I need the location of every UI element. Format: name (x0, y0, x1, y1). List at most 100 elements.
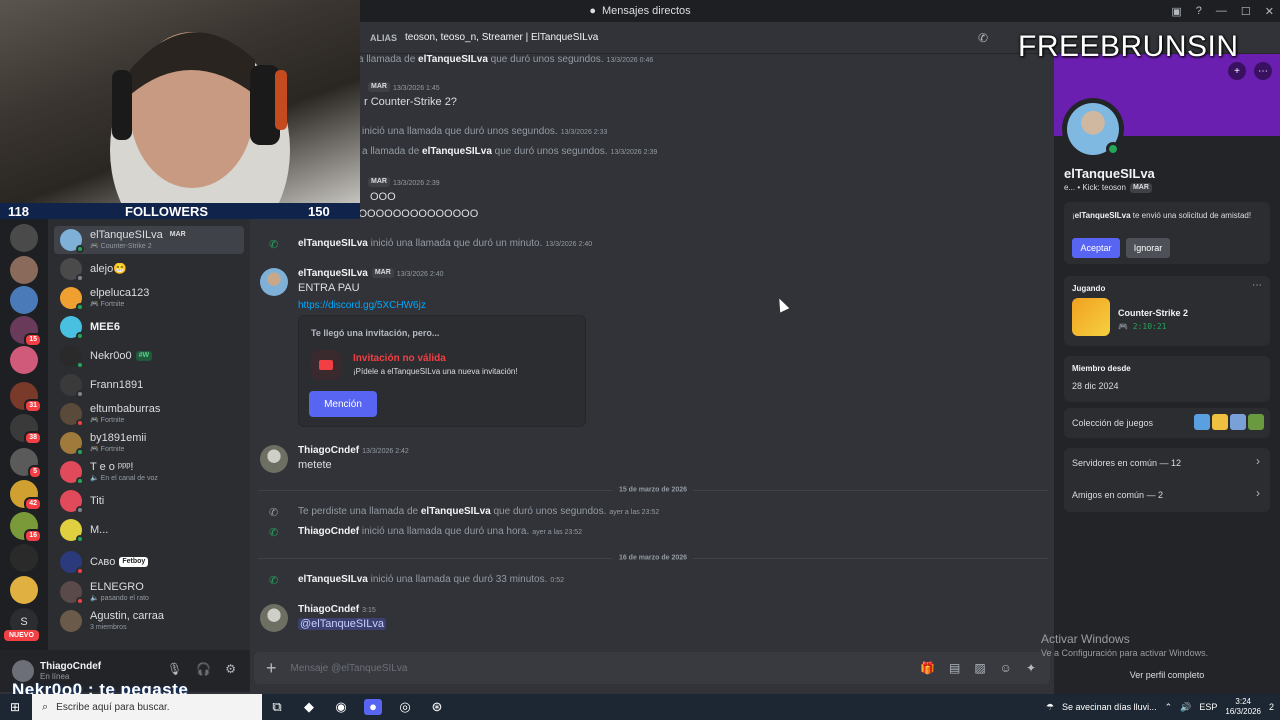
ignore-button[interactable]: Ignorar (1126, 238, 1170, 258)
game-collection-card[interactable]: Colección de juegos (1064, 408, 1270, 438)
chevron-right-icon[interactable]: › (1256, 454, 1260, 468)
mutual-servers[interactable]: Servidores en común — 12 (1072, 458, 1181, 468)
avatar[interactable] (260, 268, 288, 296)
call-icon: ✆ (269, 575, 279, 587)
server-icon[interactable]: 38 (10, 414, 42, 445)
new-badge: NUEVO (4, 630, 39, 641)
message-text: @elTanqueSILva (298, 618, 1054, 630)
system-message: Te perdiste una llamada de elTanqueSILva… (298, 506, 660, 517)
avatar[interactable] (260, 445, 288, 473)
taskbar-search[interactable]: ⌕ Escribe aquí para buscar. (32, 694, 262, 720)
task-view-icon[interactable]: ⧉ (268, 699, 286, 715)
invite-embed: Te llegó una invitación, pero... Invitac… (298, 315, 586, 427)
message-text: r Counter-Strike 2? (364, 96, 457, 108)
avatar (60, 316, 84, 340)
server-icon[interactable]: 15 (10, 316, 42, 347)
profile-name: elTanqueSILva (1064, 166, 1155, 181)
sticker-icon[interactable]: ▨ (974, 661, 985, 675)
server-icon[interactable] (10, 346, 38, 374)
attach-plus-icon[interactable]: + (266, 658, 277, 679)
settings-gear-icon[interactable]: ⚙ (225, 662, 236, 676)
activity-menu-icon[interactable]: ⋯ (1252, 280, 1262, 291)
server-icon[interactable] (10, 256, 38, 284)
dm-item[interactable]: Agustin, carraa 3 miembros (54, 607, 244, 635)
dm-item[interactable]: Cᴀʙᴏ Fetboy (54, 548, 244, 576)
view-full-profile-link[interactable]: Ver perfil completo (1054, 670, 1280, 680)
mutual-friends[interactable]: Amigos en común — 2 (1072, 490, 1163, 500)
inbox-icon[interactable]: ▣ (1171, 5, 1181, 18)
dm-item[interactable]: elpeluca123 🎮 Fortnite (54, 284, 244, 312)
gift-icon[interactable]: 🎁 (920, 661, 935, 675)
avatar (60, 345, 84, 369)
invite-link[interactable]: https://discord.gg/5XCHW6jz (298, 300, 1054, 311)
dm-item[interactable]: T e o ᵖᵖᵖ! 🔈 En el canal de voz (54, 458, 244, 486)
notifications-badge[interactable]: 2 (1269, 702, 1274, 712)
avatar (60, 610, 82, 632)
server-icon[interactable]: 16 (10, 512, 42, 543)
microphone-icon[interactable]: 🎙 (167, 662, 182, 676)
server-icon[interactable]: 31 (10, 382, 42, 413)
message-text: metete (298, 459, 332, 471)
chevron-right-icon[interactable]: › (1256, 486, 1260, 500)
member-since-date: 28 dic 2024 (1072, 381, 1119, 391)
alias-label: ALIAS (370, 32, 397, 43)
edge-icon[interactable]: ◉ (332, 699, 350, 715)
dm-item[interactable]: Titi (54, 487, 244, 515)
dm-item[interactable]: ELNEGRO 🔈 pasando el rato (54, 578, 244, 606)
windows-start-icon[interactable]: ⊞ (10, 700, 20, 714)
webcam-image (110, 32, 290, 218)
server-icon[interactable] (10, 544, 38, 572)
dm-item[interactable]: elTanqueSILva MAR 🎮 Counter-Strike 2 (54, 226, 244, 254)
minimize-button[interactable]: — (1216, 5, 1227, 17)
mutuals-card: Servidores en común — 12 › Amigos en com… (1064, 448, 1270, 512)
dm-item[interactable]: Nekr0o0 #W (54, 342, 244, 370)
close-button[interactable]: ✕ (1265, 5, 1274, 18)
dm-item[interactable]: M... (54, 516, 244, 544)
copilot-icon[interactable]: ◆ (300, 699, 318, 715)
message-text: MOOOOOOOOOOOOOOOOOOOO (298, 208, 479, 220)
user-avatar[interactable] (12, 660, 34, 682)
message-input[interactable]: Mensaje @elTanqueSILva (291, 663, 408, 674)
dm-item[interactable]: Frann1891 (54, 371, 244, 399)
dm-item[interactable]: by1891emii 🎮 Fortnite (54, 429, 244, 457)
chevron-up-icon[interactable]: ⌃ (1165, 702, 1173, 713)
avatar (60, 374, 84, 398)
dm-item[interactable]: eltumbaburras 🎮 Fortnite (54, 400, 244, 428)
avatar (60, 551, 84, 575)
speaker-icon[interactable]: 🔊 (1180, 702, 1191, 713)
steam-icon[interactable]: ⊛ (428, 699, 446, 715)
apps-icon[interactable]: ✦ (1026, 661, 1036, 675)
server-icon[interactable] (10, 576, 38, 604)
language[interactable]: ESP (1199, 702, 1217, 712)
obs-icon[interactable]: ◎ (396, 699, 414, 715)
help-icon[interactable]: ? (1196, 5, 1202, 17)
maximize-button[interactable]: ☐ (1241, 5, 1251, 18)
weather-text[interactable]: Se avecinan días lluvi... (1062, 702, 1157, 712)
voice-call-icon[interactable]: ✆ (978, 31, 988, 45)
server-icon[interactable]: 42 (10, 480, 42, 511)
friend-request-text: ¡elTanqueSILva te envió una solicitud de… (1072, 211, 1252, 220)
server-icon[interactable]: 5 (10, 448, 42, 479)
avatar[interactable] (260, 604, 288, 632)
more-options-icon[interactable]: ⋯ (1254, 62, 1272, 80)
clock[interactable]: 3:24 16/3/2026 (1225, 697, 1261, 717)
accept-button[interactable]: Aceptar (1072, 238, 1120, 258)
system-message: elTanqueSILva inició una llamada que dur… (298, 238, 593, 249)
user-mention[interactable]: @elTanqueSILva (298, 618, 386, 630)
dm-item[interactable]: alejo😁 (54, 255, 244, 283)
alias-list: teoson, teoso_n, Streamer | ElTanqueSILv… (405, 32, 599, 43)
emoji-icon[interactable]: ☺ (1000, 661, 1012, 675)
avatar (60, 432, 84, 456)
gif-icon[interactable]: ▤ (949, 661, 960, 675)
server-icon[interactable] (10, 286, 38, 314)
member-since-card: Miembro desde 28 dic 2024 (1064, 356, 1270, 402)
server-icon[interactable] (10, 224, 38, 252)
playing-label: Jugando (1072, 284, 1106, 293)
message-header: MAR 13/3/2026 2:39 (364, 177, 1054, 188)
weather-icon[interactable]: ☂ (1046, 702, 1054, 713)
dm-item[interactable]: MEE6 (54, 313, 244, 341)
mention-button[interactable]: Mención (309, 391, 377, 417)
add-friend-icon[interactable]: + (1228, 62, 1246, 80)
discord-icon[interactable]: ● (364, 699, 382, 715)
headphones-icon[interactable]: 🎧 (196, 662, 211, 676)
